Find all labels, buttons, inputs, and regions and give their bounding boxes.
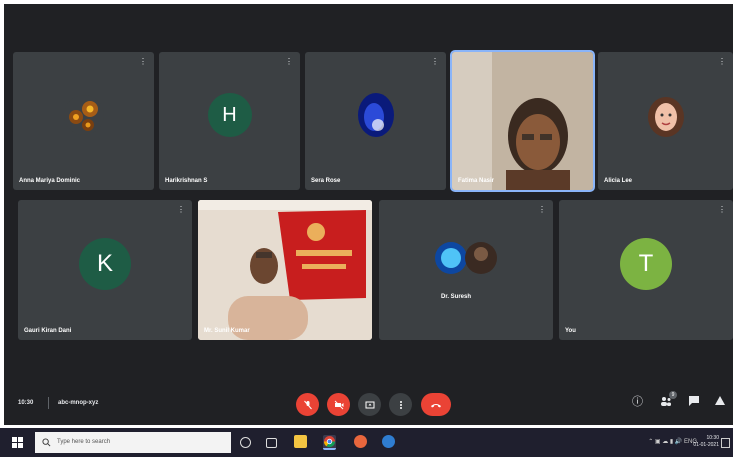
participant-name: You (565, 328, 576, 334)
participant-count-badge: 9 (669, 391, 677, 399)
avatar (357, 93, 394, 138)
task-view-icon[interactable] (266, 438, 277, 448)
end-call-button[interactable] (421, 393, 451, 416)
participant-name: Fatima Nasir (458, 178, 495, 184)
participant-tile[interactable]: ⋮ Sera Rose (305, 52, 446, 190)
clock-time: 10:30 (706, 435, 719, 441)
more-options-button[interactable] (389, 393, 412, 416)
participant-tile[interactable]: ⋮ Alicia Lee (598, 52, 733, 190)
present-button[interactable] (358, 393, 381, 416)
mic-toggle-button[interactable] (296, 393, 319, 416)
participant-name: Harikrishnan S (165, 178, 208, 184)
windows-taskbar: Type here to search ⌃ ▣ ☁ ▮ 🔊 ENG 10:30 … (0, 428, 733, 457)
taskbar-clock[interactable]: 10:30 01-01-2021 (693, 435, 719, 449)
participant-name: Mr. Sunil Kumar (204, 328, 250, 334)
more-options-icon[interactable]: ⋮ (431, 58, 439, 66)
mic-off-icon (303, 400, 312, 409)
participant-tile[interactable]: Mr. Sunil Kumar (198, 200, 372, 340)
more-options-icon[interactable]: ⋮ (718, 58, 726, 66)
participant-tile[interactable]: ⋮ Dr. Suresh (379, 200, 553, 340)
info-icon[interactable]: ⓘ (632, 395, 643, 409)
avatar-group (435, 242, 497, 274)
participant-name: Gauri Kiran Dani (24, 328, 72, 334)
cortana-icon[interactable] (240, 437, 251, 448)
participant-name: Sera Rose (311, 178, 341, 184)
divider (48, 397, 49, 409)
avatar: T (620, 238, 672, 291)
more-options-icon[interactable]: ⋮ (538, 206, 546, 214)
file-explorer-icon[interactable] (294, 435, 307, 448)
avatar (647, 97, 684, 138)
people-icon[interactable]: 9 (660, 391, 677, 411)
participant-tile-speaking[interactable]: Fatima Nasir (450, 50, 595, 192)
search-placeholder: Type here to search (57, 439, 111, 445)
more-options-icon[interactable]: ⋮ (718, 206, 726, 214)
participant-name: Dr. Suresh (441, 294, 472, 300)
participant-name: Anna Mariya Dominic (19, 178, 81, 184)
present-screen-icon (365, 401, 374, 408)
end-call-icon (431, 403, 441, 407)
notification-icon[interactable] (721, 438, 730, 448)
chrome-icon[interactable] (323, 435, 336, 450)
meet-window: ⋮ Anna Mariya Dominic ⋮ H Harikrishnan S… (4, 4, 733, 425)
video-feed (452, 52, 593, 190)
meeting-toolbar: 10:30 abc-mnop-xyz ⓘ 9 (4, 384, 733, 425)
participant-tile[interactable]: ⋮ H Harikrishnan S (159, 52, 300, 190)
search-icon (42, 438, 51, 447)
camera-toggle-button[interactable] (327, 393, 350, 416)
windows-start-icon[interactable] (12, 437, 23, 448)
meeting-time: 10:30 (18, 400, 34, 406)
participant-tile[interactable]: ⋮ Anna Mariya Dominic (13, 52, 154, 190)
activities-icon[interactable] (714, 395, 726, 411)
more-vert-icon (399, 400, 402, 409)
participant-tile[interactable]: ⋮ K Gauri Kiran Dani (18, 200, 192, 340)
chat-icon[interactable] (688, 395, 700, 411)
edge-icon[interactable] (382, 435, 395, 448)
more-options-icon[interactable]: ⋮ (285, 58, 293, 66)
participant-name: Alicia Lee (604, 178, 633, 184)
avatar (63, 95, 104, 136)
more-options-icon[interactable]: ⋮ (177, 206, 185, 214)
camera-off-icon (334, 400, 343, 409)
meeting-code: abc-mnop-xyz (58, 400, 99, 406)
avatar: K (79, 238, 131, 291)
browser-icon[interactable] (354, 435, 367, 448)
system-tray[interactable]: ⌃ ▣ ☁ ▮ 🔊 ENG (648, 438, 697, 445)
clock-date: 01-01-2021 (693, 442, 719, 448)
participant-tile[interactable]: ⋮ T You (559, 200, 733, 340)
avatar: H (207, 93, 252, 138)
video-feed (198, 200, 372, 340)
more-options-icon[interactable]: ⋮ (139, 58, 147, 66)
taskbar-search-input[interactable]: Type here to search (35, 432, 231, 453)
